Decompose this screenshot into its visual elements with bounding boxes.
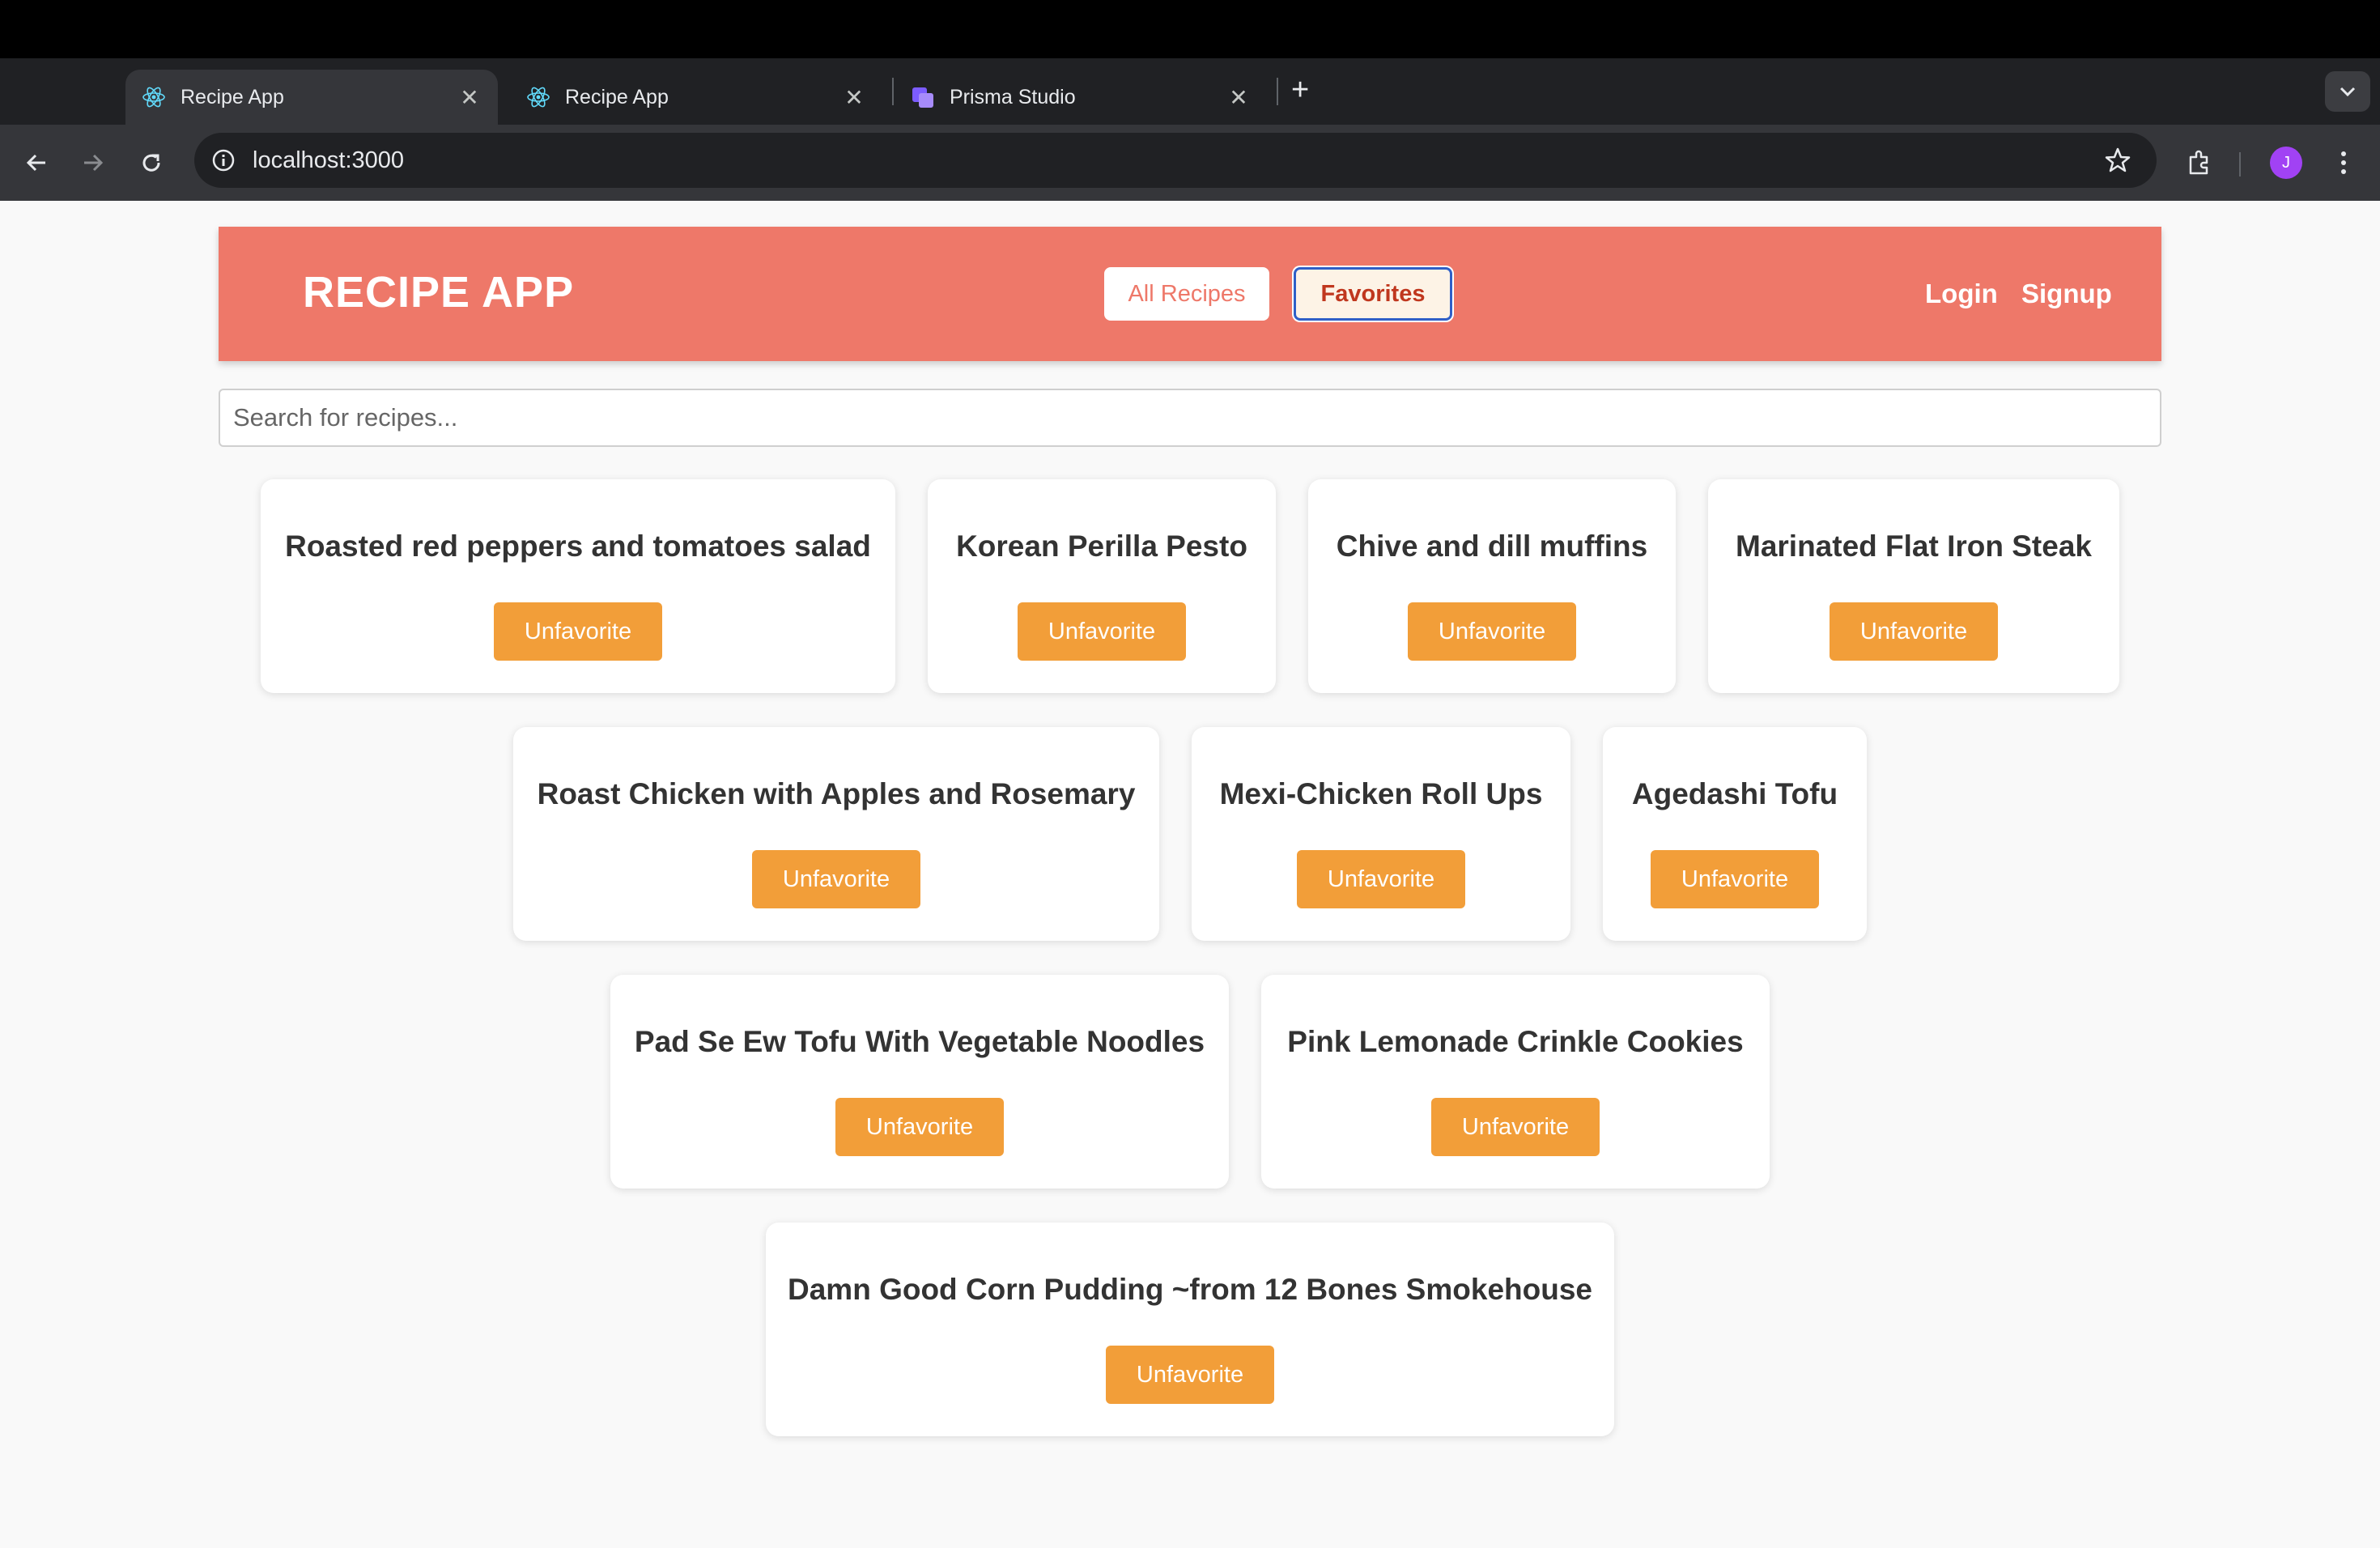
recipe-title: Pad Se Ew Tofu With Vegetable Noodles [634, 1025, 1205, 1058]
avatar: J [2270, 147, 2302, 179]
recipe-title: Chive and dill muffins [1336, 529, 1648, 563]
unfavorite-button[interactable]: Unfavorite [1431, 1098, 1600, 1156]
back-button[interactable] [16, 142, 57, 183]
recipe-card: Marinated Flat Iron Steak Unfavorite [1708, 479, 2119, 693]
site-info-icon[interactable] [207, 144, 240, 176]
recipe-card: Mexi-Chicken Roll Ups Unfavorite [1192, 727, 1570, 941]
unfavorite-button[interactable]: Unfavorite [1018, 602, 1186, 661]
browser-tab-strip: Recipe App ✕ Recipe App ✕ Prisma Studio … [0, 58, 2380, 125]
arrow-left-icon [26, 154, 45, 172]
recipe-title: Agedashi Tofu [1631, 777, 1838, 810]
close-tab-icon[interactable]: ✕ [842, 84, 866, 111]
bookmark-star-icon[interactable] [2103, 146, 2132, 175]
url-text: localhost:3000 [253, 147, 405, 173]
unfavorite-button[interactable]: Unfavorite [494, 602, 662, 661]
browser-tab-2[interactable]: Recipe App ✕ [510, 70, 882, 125]
reload-icon [142, 154, 160, 172]
recipe-card: Chive and dill muffins Unfavorite [1308, 479, 1676, 693]
recipe-card: Roasted red peppers and tomatoes salad U… [261, 479, 895, 693]
prisma-icon [911, 85, 935, 109]
tab-title: Recipe App [181, 85, 284, 108]
close-tab-icon[interactable]: ✕ [457, 84, 482, 111]
browser-menu-button[interactable] [2323, 142, 2364, 183]
tab-title: Prisma Studio [950, 85, 1076, 108]
browser-tab-3[interactable]: Prisma Studio ✕ [895, 70, 1267, 125]
address-bar[interactable]: localhost:3000 [194, 133, 2157, 188]
unfavorite-button[interactable]: Unfavorite [1297, 850, 1465, 908]
recipe-card: Korean Perilla Pesto Unfavorite [928, 479, 1276, 693]
signup-link[interactable]: Signup [2021, 279, 2112, 309]
recipe-title: Mexi-Chicken Roll Ups [1219, 777, 1543, 810]
unfavorite-button[interactable]: Unfavorite [1408, 602, 1576, 661]
chevron-down-icon [2340, 87, 2356, 97]
recipe-title: Roast Chicken with Apples and Rosemary [537, 777, 1136, 810]
login-link[interactable]: Login [1925, 279, 1998, 309]
recipe-card: Agedashi Tofu Unfavorite [1603, 727, 1867, 941]
recipe-title: Roasted red peppers and tomatoes salad [285, 529, 871, 563]
favorites-button[interactable]: Favorites [1294, 267, 1452, 321]
all-recipes-button[interactable]: All Recipes [1104, 267, 1269, 321]
unfavorite-button[interactable]: Unfavorite [1830, 602, 1998, 661]
search-input[interactable] [219, 389, 2161, 447]
recipe-card: Damn Good Corn Pudding ~from 12 Bones Sm… [766, 1223, 1614, 1436]
extensions-button[interactable] [2179, 142, 2220, 183]
forward-button[interactable] [73, 142, 113, 183]
tab-separator [892, 78, 894, 105]
app-header: RECIPE APP All Recipes Favorites Login S… [219, 227, 2161, 361]
new-tab-button[interactable]: + [1291, 74, 1309, 105]
app-logo[interactable]: RECIPE APP [303, 267, 574, 317]
react-icon [142, 85, 166, 109]
arrow-right-icon [84, 154, 104, 172]
tab-separator [1277, 78, 1278, 105]
unfavorite-button[interactable]: Unfavorite [1651, 850, 1819, 908]
recipe-card: Pad Se Ew Tofu With Vegetable Noodles Un… [610, 975, 1229, 1189]
recipe-title: Korean Perilla Pesto [956, 529, 1247, 563]
profile-button[interactable]: J [2266, 142, 2306, 183]
recipe-title: Marinated Flat Iron Steak [1736, 529, 2092, 563]
recipe-title: Pink Lemonade Crinkle Cookies [1287, 1025, 1744, 1058]
tab-search-button[interactable] [2325, 71, 2370, 112]
unfavorite-button[interactable]: Unfavorite [1106, 1346, 1274, 1404]
system-top-bar [0, 0, 2380, 58]
recipe-title: Damn Good Corn Pudding ~from 12 Bones Sm… [788, 1273, 1592, 1306]
toolbar-divider [2239, 152, 2241, 176]
puzzle-icon [2189, 150, 2208, 175]
page-content: RECIPE APP All Recipes Favorites Login S… [0, 201, 2380, 1548]
browser-tab-1[interactable]: Recipe App ✕ [125, 70, 498, 125]
unfavorite-button[interactable]: Unfavorite [835, 1098, 1004, 1156]
unfavorite-button[interactable]: Unfavorite [752, 850, 920, 908]
close-tab-icon[interactable]: ✕ [1226, 84, 1251, 111]
recipe-card: Pink Lemonade Crinkle Cookies Unfavorite [1261, 975, 1770, 1189]
more-vertical-icon [2341, 151, 2346, 174]
browser-toolbar: localhost:3000 J [0, 125, 2380, 201]
react-icon [526, 85, 550, 109]
reload-button[interactable] [131, 142, 172, 183]
recipe-card: Roast Chicken with Apples and Rosemary U… [513, 727, 1159, 941]
tab-title: Recipe App [565, 85, 669, 108]
